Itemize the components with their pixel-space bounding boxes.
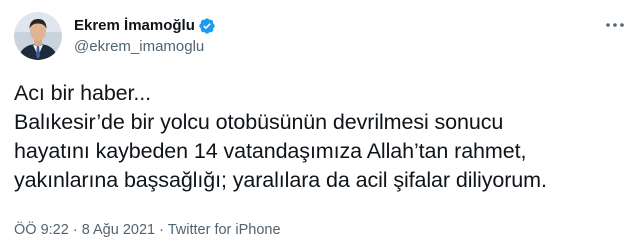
author-handle[interactable]: @ekrem_imamoglu: [74, 37, 216, 57]
tweet-meta: ÖÖ 9:22 · 8 Ağu 2021 · Twitter for iPhon…: [14, 221, 281, 239]
tweet-text: Acı bir haber... Balıkesir’de bir yolcu …: [14, 79, 626, 195]
tweet-date[interactable]: 8 Ağu 2021: [82, 222, 155, 238]
meta-separator: ·: [155, 222, 168, 238]
tweet-header: Ekrem İmamoğlu @ekrem_imamoglu: [14, 12, 216, 60]
tweet-text-line: yakınlarına başsağlığı; yaralılara da ac…: [14, 168, 547, 192]
verified-badge-icon: [198, 17, 216, 35]
avatar[interactable]: [14, 12, 62, 60]
author-display-name[interactable]: Ekrem İmamoğlu: [74, 16, 195, 36]
tweet-time[interactable]: ÖÖ 9:22: [14, 222, 69, 238]
more-horizontal-icon: [606, 23, 624, 27]
tweet-text-line: hayatını kaybeden 14 vatandaşımıza Allah…: [14, 139, 527, 163]
more-options-button[interactable]: [604, 14, 626, 36]
profile-photo-icon: [14, 12, 62, 60]
name-row: Ekrem İmamoğlu: [74, 16, 216, 36]
tweet-text-line: Acı bir haber...: [14, 81, 152, 105]
tweet-card: Ekrem İmamoğlu @ekrem_imamoglu Acı bir h…: [0, 0, 640, 247]
meta-separator: ·: [68, 222, 82, 238]
tweet-source[interactable]: Twitter for iPhone: [168, 222, 281, 238]
author-names: Ekrem İmamoğlu @ekrem_imamoglu: [74, 16, 216, 57]
tweet-text-line: Balıkesir’de bir yolcu otobüsünün devril…: [14, 110, 504, 134]
